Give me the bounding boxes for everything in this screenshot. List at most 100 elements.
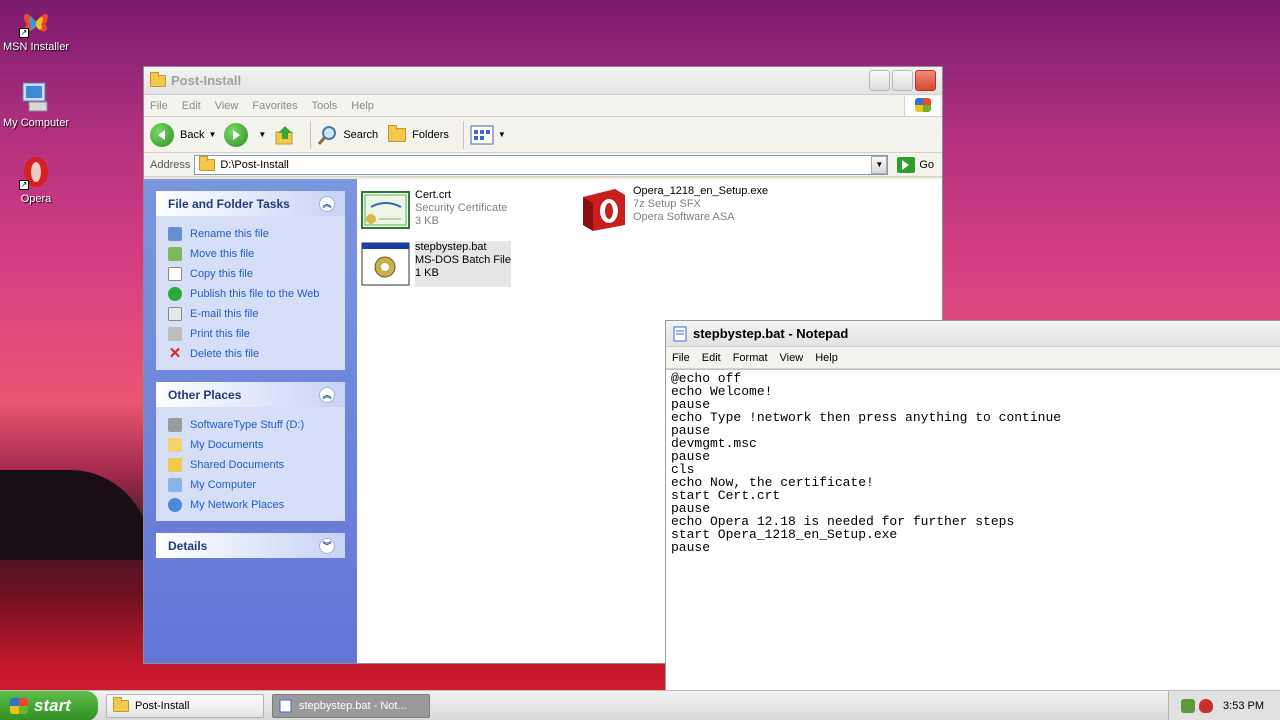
- details-panel: Details ︾: [156, 533, 345, 558]
- minimize-button[interactable]: [869, 70, 890, 91]
- network-tray-icon[interactable]: [1181, 698, 1195, 713]
- place-my-documents[interactable]: My Documents: [168, 435, 335, 455]
- window-title: Post-Install: [171, 73, 242, 88]
- back-button[interactable]: Back ▼: [150, 122, 217, 147]
- menu-edit[interactable]: Edit: [702, 352, 721, 364]
- views-button[interactable]: ▼: [470, 125, 506, 145]
- up-folder-icon: [275, 125, 293, 144]
- delete-icon: ✕: [168, 345, 182, 362]
- place-my-network[interactable]: My Network Places: [168, 495, 335, 515]
- task-publish[interactable]: Publish this file to the Web: [168, 284, 335, 304]
- taskbar-item-label: stepbystep.bat - Not...: [299, 699, 407, 712]
- back-arrow-icon: [150, 122, 174, 147]
- address-value: D:\Post-Install: [220, 158, 289, 171]
- menu-edit[interactable]: Edit: [182, 100, 201, 112]
- maximize-button[interactable]: [892, 70, 913, 91]
- task-label: Copy this file: [190, 268, 253, 280]
- security-shield-icon[interactable]: [1199, 698, 1213, 713]
- collapse-icon[interactable]: ︽: [319, 195, 335, 212]
- file-item-opera-setup[interactable]: Opera_1218_en_Setup.exe 7z Setup SFX Ope…: [579, 185, 768, 231]
- menu-file[interactable]: File: [150, 100, 168, 112]
- desktop-icon-msn-installer[interactable]: ↗ MSN Installer: [0, 4, 72, 53]
- explorer-titlebar[interactable]: Post-Install: [144, 67, 942, 95]
- file-item-cert[interactable]: Cert.crt Security Certificate 3 KB: [361, 189, 507, 235]
- computer-icon: [19, 80, 53, 114]
- clock[interactable]: 3:53 PM: [1223, 700, 1264, 712]
- toolbar-separator: [462, 120, 464, 149]
- email-icon: [168, 307, 182, 321]
- search-label: Search: [343, 128, 379, 141]
- forward-button[interactable]: ▼: [224, 122, 266, 147]
- folders-button[interactable]: Folders: [386, 124, 449, 142]
- go-button[interactable]: Go: [897, 156, 934, 173]
- system-tray: 3:53 PM: [1168, 690, 1280, 720]
- folder-icon: [150, 71, 166, 87]
- task-label: Print this file: [190, 328, 250, 340]
- place-label: My Network Places: [190, 499, 285, 511]
- place-shared-documents[interactable]: Shared Documents: [168, 455, 335, 475]
- menu-favorites[interactable]: Favorites: [252, 100, 297, 112]
- menu-format[interactable]: Format: [733, 352, 768, 364]
- expand-icon[interactable]: ︾: [319, 537, 335, 554]
- file-item-stepbystep[interactable]: stepbystep.bat MS-DOS Batch File 1 KB: [361, 241, 511, 287]
- certificate-icon: [361, 191, 410, 229]
- task-print[interactable]: Print this file: [168, 324, 335, 344]
- go-label: Go: [919, 158, 934, 171]
- desktop-icon-opera[interactable]: ↗ Opera: [0, 156, 72, 205]
- menu-tools[interactable]: Tools: [312, 100, 338, 112]
- notepad-icon: [673, 326, 687, 341]
- window-title: stepbystep.bat - Notepad: [693, 326, 849, 341]
- opera-icon: ↗: [19, 156, 53, 190]
- computer-icon: [168, 478, 182, 492]
- search-button[interactable]: Search: [317, 124, 378, 146]
- menu-view[interactable]: View: [215, 100, 239, 112]
- menu-help[interactable]: Help: [351, 100, 374, 112]
- notepad-window: stepbystep.bat - Notepad File Edit Forma…: [665, 320, 1280, 692]
- toolbar-separator: [310, 120, 312, 149]
- copy-icon: [168, 267, 182, 281]
- desktop-wallpaper-hill: [0, 470, 150, 560]
- task-delete[interactable]: ✕ Delete this file: [168, 344, 335, 364]
- start-button[interactable]: start: [0, 690, 98, 720]
- folder-icon: [168, 458, 182, 472]
- explorer-menubar: File Edit View Favorites Tools Help: [144, 95, 942, 117]
- place-my-computer[interactable]: My Computer: [168, 475, 335, 495]
- notepad-titlebar[interactable]: stepbystep.bat - Notepad: [666, 321, 1280, 347]
- panel-header[interactable]: File and Folder Tasks ︽: [156, 191, 345, 216]
- taskbar-item-post-install[interactable]: Post-Install: [106, 693, 264, 718]
- back-label: Back: [180, 128, 205, 141]
- desktop-icon-label: MSN Installer: [2, 41, 70, 53]
- place-label: SoftwareType Stuff (D:): [190, 419, 305, 431]
- msn-butterfly-icon: ↗: [19, 4, 53, 38]
- task-email[interactable]: E-mail this file: [168, 304, 335, 324]
- collapse-icon[interactable]: ︽: [319, 386, 335, 403]
- panel-header[interactable]: Details ︾: [156, 533, 345, 558]
- up-folder-button[interactable]: [274, 124, 296, 146]
- address-input[interactable]: D:\Post-Install: [194, 154, 889, 175]
- explorer-toolbar: Back ▼ ▼ Search Folders ▼: [144, 117, 942, 153]
- task-copy[interactable]: Copy this file: [168, 264, 335, 284]
- chevron-down-icon: ▼: [208, 130, 217, 139]
- folders-label: Folders: [412, 128, 449, 141]
- place-drive-d[interactable]: SoftwareType Stuff (D:): [168, 415, 335, 435]
- menu-view[interactable]: View: [780, 352, 804, 364]
- task-label: Rename this file: [190, 228, 269, 240]
- task-rename[interactable]: Rename this file: [168, 224, 335, 244]
- address-dropdown-button[interactable]: ▼: [871, 155, 888, 174]
- desktop-icon-label: My Computer: [2, 117, 70, 129]
- network-icon: [168, 498, 182, 512]
- printer-icon: [168, 327, 182, 341]
- close-button[interactable]: [915, 70, 936, 91]
- menu-file[interactable]: File: [672, 352, 690, 364]
- notepad-text-area[interactable]: @echo off echo Welcome! pause echo Type …: [666, 369, 1280, 691]
- menu-help[interactable]: Help: [815, 352, 838, 364]
- desktop-icon-my-computer[interactable]: My Computer: [0, 80, 72, 129]
- panel-header[interactable]: Other Places ︽: [156, 382, 345, 407]
- task-move[interactable]: Move this file: [168, 244, 335, 264]
- taskbar-item-notepad[interactable]: stepbystep.bat - Not...: [272, 693, 430, 718]
- address-label: Address: [150, 158, 191, 171]
- documents-icon: [168, 438, 182, 452]
- batch-file-icon: [361, 242, 410, 286]
- globe-icon: [168, 287, 182, 301]
- other-places-panel: Other Places ︽ SoftwareType Stuff (D:) M…: [156, 382, 345, 521]
